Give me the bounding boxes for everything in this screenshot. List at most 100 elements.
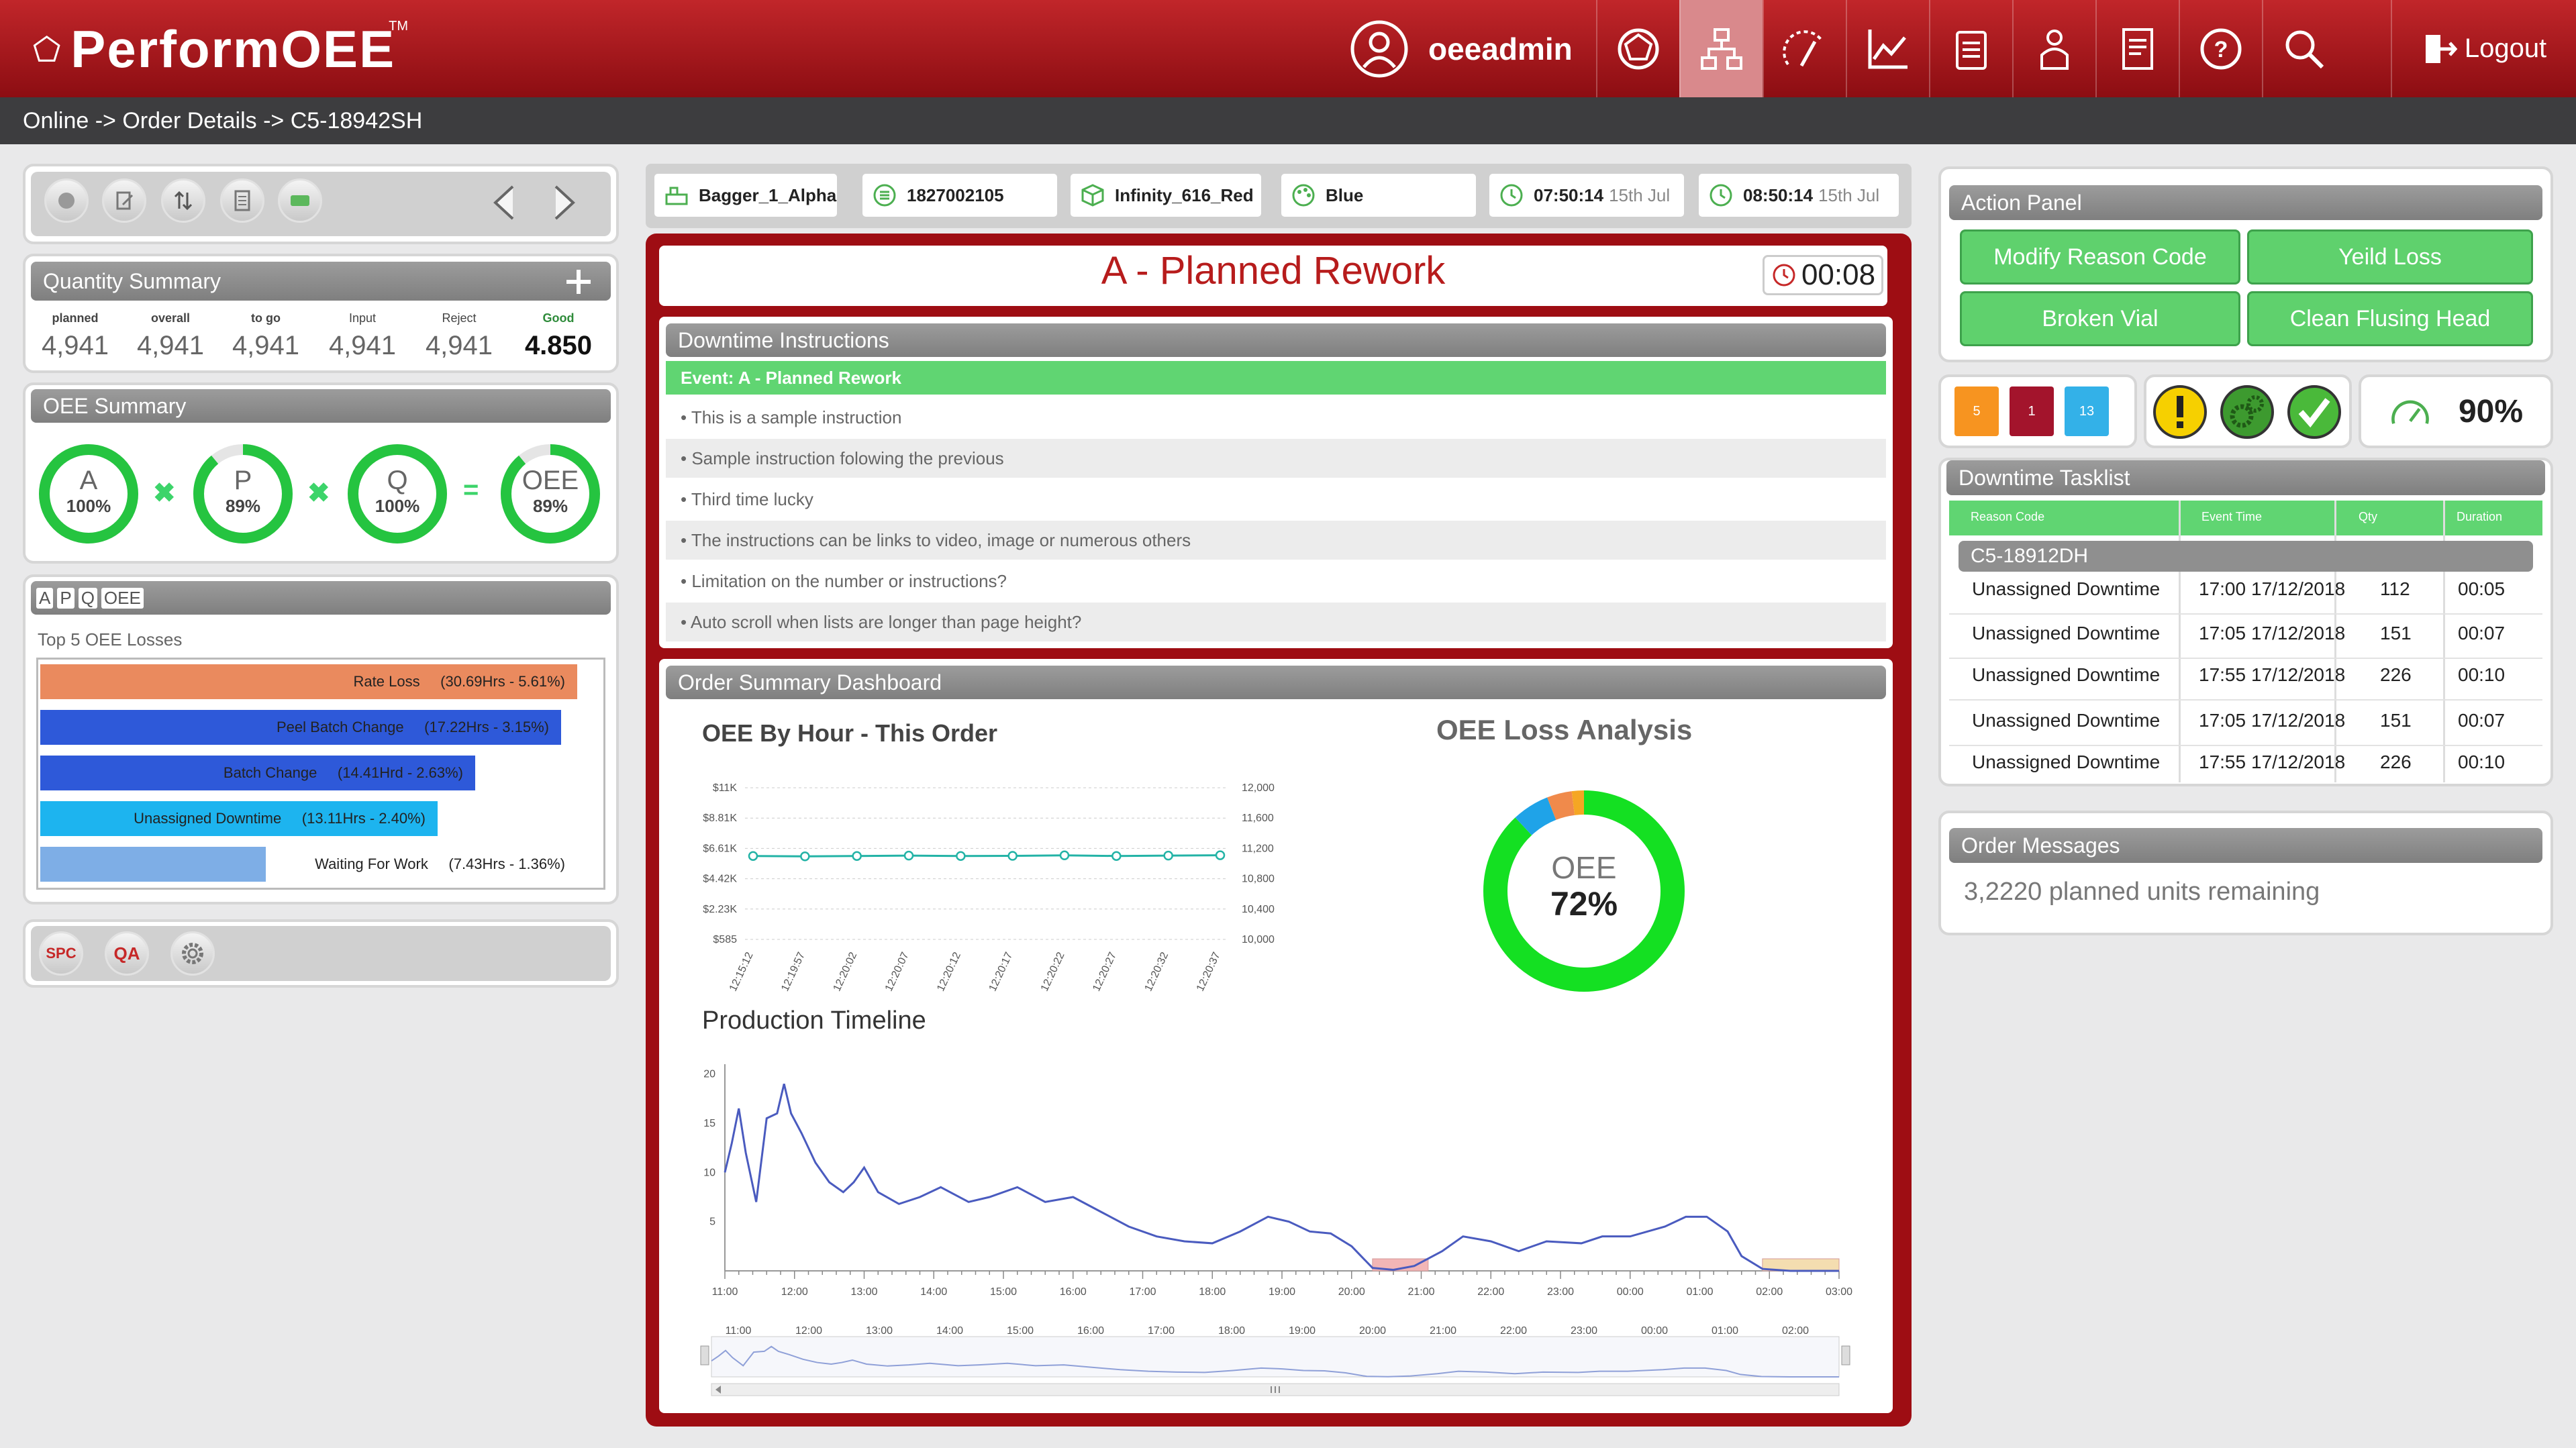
data-point[interactable]: [956, 851, 966, 861]
alert-count-red[interactable]: 1: [2010, 386, 2054, 436]
data-point[interactable]: [852, 851, 862, 861]
tool-button-2[interactable]: [102, 178, 146, 223]
navigator-handle-left[interactable]: [700, 1345, 709, 1365]
navigator-handle-right[interactable]: [1841, 1345, 1850, 1365]
alert-count-blue[interactable]: 13: [2065, 386, 2109, 436]
svg-text:?: ?: [2214, 37, 2228, 62]
tasklist-cell: Unassigned Downtime: [1972, 710, 2161, 731]
navigator-tick: 23:00: [1571, 1326, 1597, 1337]
data-point[interactable]: [1215, 850, 1226, 860]
qa-button[interactable]: QA: [105, 931, 149, 976]
x-tick: 23:00: [1547, 1286, 1574, 1298]
navigator-tick: 12:00: [795, 1326, 822, 1337]
col-duration[interactable]: Duration: [2457, 510, 2502, 524]
instruction-item[interactable]: • This is a sample instruction: [666, 398, 1886, 437]
broken-vial-button[interactable]: Broken Vial: [1960, 291, 2240, 346]
data-point[interactable]: [1059, 850, 1070, 861]
tab-a[interactable]: A: [36, 587, 54, 609]
x-tick: 13:00: [850, 1286, 877, 1298]
nav-help-button[interactable]: ?: [2179, 0, 2262, 97]
spc-button[interactable]: SPC: [39, 931, 83, 976]
tasklist-cell: 00:10: [2458, 664, 2506, 685]
tool-button-5[interactable]: [278, 178, 322, 223]
x-tick: 20:00: [1338, 1286, 1365, 1298]
x-tick: 14:00: [920, 1286, 947, 1298]
data-point[interactable]: [748, 851, 758, 861]
chevron-left-icon[interactable]: [486, 183, 526, 223]
instruction-item[interactable]: • Third time lucky: [666, 480, 1886, 519]
breadcrumb: Online -> Order Details -> C5-18942SH: [0, 97, 2576, 144]
user-icon: [1350, 20, 1408, 77]
nav-overview-button[interactable]: [1596, 0, 1679, 97]
x-tick: 01:00: [1686, 1286, 1713, 1298]
data-point[interactable]: [1007, 851, 1018, 861]
info-color[interactable]: Blue: [1279, 172, 1478, 219]
loss-bar[interactable]: Peel Batch Change (17.22Hrs - 3.15%): [40, 710, 561, 745]
nav-clipboard-button[interactable]: [1929, 0, 2012, 97]
loss-bar[interactable]: Unassigned Downtime (13.11Hrs - 2.40%): [40, 801, 438, 836]
nav-gauge-button[interactable]: [1763, 0, 1846, 97]
instruction-item[interactable]: • The instructions can be links to video…: [666, 521, 1886, 560]
instruction-item[interactable]: • Limitation on the number or instructio…: [666, 562, 1886, 601]
gears-icon[interactable]: [2219, 384, 2275, 440]
col-event-time[interactable]: Event Time: [2201, 510, 2262, 524]
nav-search-button[interactable]: [2262, 0, 2345, 97]
data-point[interactable]: [903, 850, 914, 861]
app-logo: PerformOEE TM: [32, 9, 408, 89]
tool-button-1[interactable]: [44, 178, 89, 223]
instruction-item[interactable]: • Auto scroll when lists are longer than…: [666, 603, 1886, 641]
plus-icon[interactable]: [564, 267, 593, 297]
tab-p[interactable]: P: [57, 587, 75, 609]
info-machine[interactable]: Bagger_1_Alpha: [652, 172, 839, 219]
info-end-time[interactable]: 08:50:14 15th Jul: [1697, 172, 1901, 219]
tasklist-order-group[interactable]: C5-18912DH: [1959, 541, 2533, 572]
data-point[interactable]: [1163, 850, 1173, 861]
tasklist-cell: 112: [2380, 578, 2410, 599]
warning-icon[interactable]: [2152, 384, 2208, 440]
instruction-item[interactable]: • Sample instruction folowing the previo…: [666, 439, 1886, 478]
settings-button[interactable]: [170, 931, 215, 976]
loss-bar[interactable]: Batch Change (14.41Hrd - 2.63%): [40, 756, 475, 790]
tool-button-3[interactable]: [161, 178, 205, 223]
col-reason-code[interactable]: Reason Code: [1971, 510, 2044, 524]
instructions-event: Event: A - Planned Rework: [666, 361, 1886, 395]
data-point[interactable]: [1111, 851, 1122, 861]
nav-trend-button[interactable]: [1846, 0, 1929, 97]
modify-reason-code-button[interactable]: Modify Reason Code: [1960, 229, 2240, 285]
info-order[interactable]: 1827002105: [860, 172, 1059, 219]
oee-by-hour-chart[interactable]: $11K 12,000 $8.81K 11,600 $6.61K 11,200 $4.42K…: [691, 765, 1282, 993]
data-point[interactable]: [800, 851, 810, 862]
navigator-tick: 17:00: [1148, 1326, 1175, 1337]
x-tick: 12:15:12: [728, 950, 756, 993]
alert-count-orange[interactable]: 5: [1954, 386, 1999, 436]
user-menu[interactable]: oeeadmin: [1349, 0, 1595, 97]
quantity-summary-header: Quantity Summary: [31, 262, 611, 301]
nav-hierarchy-button[interactable]: [1679, 0, 1763, 97]
tasklist-cell: Unassigned Downtime: [1972, 623, 2161, 643]
tab-q[interactable]: Q: [78, 587, 97, 609]
nav-operator-button[interactable]: [2012, 0, 2095, 97]
tab-oee[interactable]: OEE: [101, 587, 144, 609]
chevron-right-icon[interactable]: [542, 183, 583, 223]
nav-report-button[interactable]: [2095, 0, 2179, 97]
navigator-window[interactable]: [711, 1336, 1840, 1378]
tasklist-cell: Unassigned Downtime: [1972, 578, 2161, 599]
document-icon: [234, 190, 250, 211]
info-start-time[interactable]: 07:50:14 15th Jul: [1487, 172, 1686, 219]
tasklist-cell: 17/12/2018: [2251, 578, 2346, 599]
yield-loss-button[interactable]: Yeild Loss: [2247, 229, 2533, 285]
qs-good: Good 4.850: [524, 311, 593, 360]
col-qty[interactable]: Qty: [2359, 510, 2377, 524]
check-icon[interactable]: [2286, 384, 2342, 440]
clean-flushing-head-button[interactable]: Clean Flusing Head: [2247, 291, 2533, 346]
loss-bar[interactable]: Waiting For Work (7.43Hrs - 1.36%): [40, 847, 577, 882]
x-tick: 19:00: [1269, 1286, 1295, 1298]
loss-bar[interactable]: Rate Loss (30.69Hrs - 5.61%): [40, 664, 577, 699]
navigator-tick: 11:00: [726, 1326, 752, 1337]
timeline-navigator[interactable]: 11:00 12:00 13:00 14:00 15:00 16:00 17:00 18:00…: [698, 1326, 1852, 1400]
logout-button[interactable]: Logout: [2391, 0, 2576, 97]
info-product[interactable]: Infinity_616_Red: [1069, 172, 1263, 219]
production-timeline-chart[interactable]: 20 15 10 5 11:00 12:00 13:00 14:00 15:00 16:00 17:…: [691, 1047, 1859, 1315]
y-left-tick: $2.23K: [703, 904, 737, 915]
tool-button-4[interactable]: [220, 178, 264, 223]
